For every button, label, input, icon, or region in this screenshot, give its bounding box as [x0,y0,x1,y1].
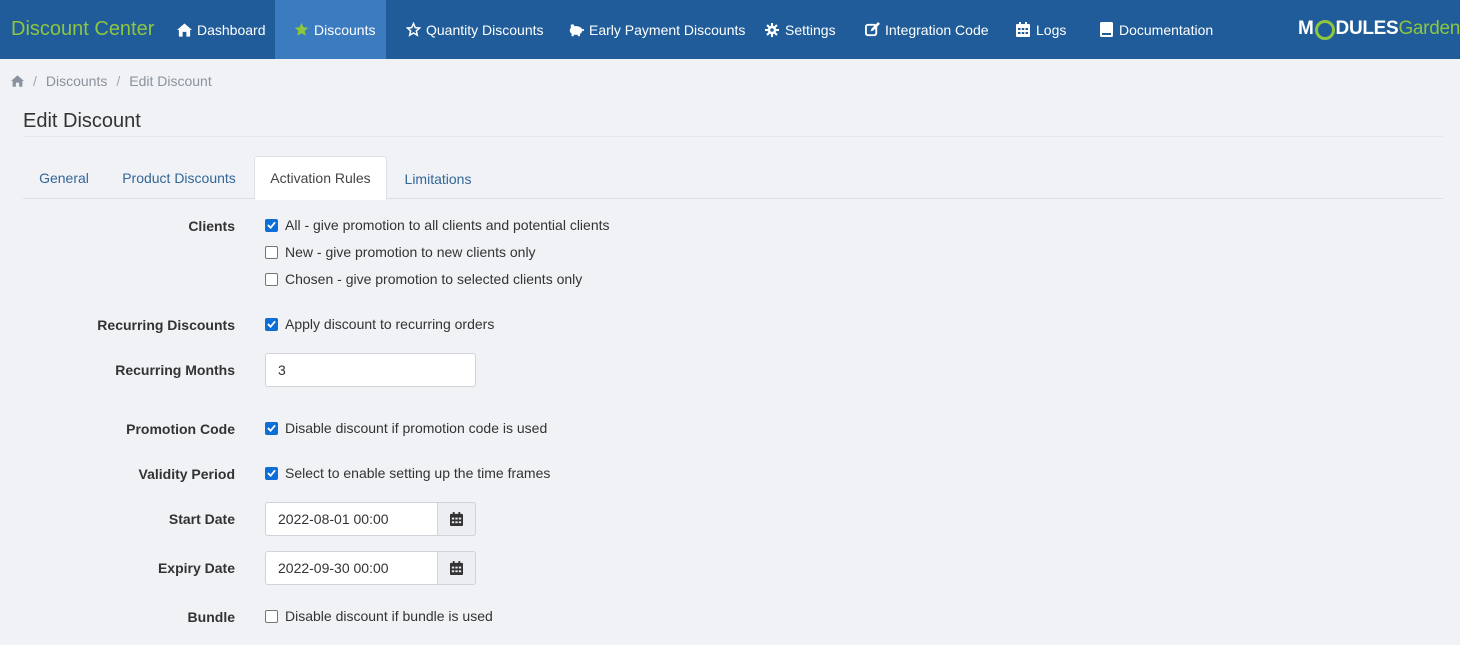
breadcrumb-current: Edit Discount [129,73,212,89]
modulesgarden-logo: M DULES Garden [1298,18,1460,40]
breadcrumb-discounts[interactable]: Discounts [46,73,107,89]
calendar-icon [450,512,463,526]
brand-title[interactable]: Discount Center [11,17,154,41]
nav-item-dashboard[interactable]: Dashboard [176,0,266,59]
nav-label: Dashboard [197,21,266,38]
checkbox-label: All - give promotion to all clients and … [285,217,610,233]
validity-period-option: Select to enable setting up the time fra… [265,465,550,481]
checkbox-unchecked[interactable] [265,272,278,286]
calendar-icon [450,561,463,575]
home-icon[interactable] [11,75,24,87]
bundle-option: Disable discount if bundle is used [265,608,493,624]
recurring-discounts-label: Recurring Discounts [97,317,235,333]
clients-option-chosen: Chosen - give promotion to selected clie… [265,271,582,287]
nav-item-documentation[interactable]: Documentation [1098,0,1213,59]
checkbox-checked[interactable] [265,317,278,331]
nav-item-logs[interactable]: Logs [1015,0,1066,59]
book-icon [1098,22,1114,38]
nav-label: Quantity Discounts [426,21,544,38]
piggy-bank-icon [568,22,584,38]
promotion-code-option: Disable discount if promotion code is us… [265,420,547,436]
checkbox-label: Disable discount if bundle is used [285,608,493,624]
start-date-label: Start Date [168,511,235,527]
nav-label: Settings [785,21,836,38]
checkbox-unchecked[interactable] [265,245,278,259]
checkbox-checked[interactable] [265,218,278,232]
nav-label: Discounts [314,21,376,38]
page-title: Edit Discount [23,110,141,132]
tab-activation-rules[interactable]: Activation Rules [254,156,387,200]
star-outline-icon [405,22,421,38]
nav-item-settings[interactable]: Settings [764,0,836,59]
expiry-date-input[interactable]: 2022-09-30 00:00 [265,551,437,585]
calendar-icon [1015,22,1031,38]
start-date-input[interactable]: 2022-08-01 00:00 [265,502,437,536]
recurring-months-input[interactable]: 3 [265,353,476,387]
validity-period-label: Validity Period [138,466,235,482]
checkbox-checked[interactable] [265,421,278,435]
start-date-picker: 2022-08-01 00:00 [265,502,476,536]
expiry-date-picker: 2022-09-30 00:00 [265,551,476,585]
tab-bar: General Product Discounts Activation Rul… [23,156,1443,200]
checkbox-label: Select to enable setting up the time fra… [285,465,551,481]
clients-option-new: New - give promotion to new clients only [265,244,536,260]
bundle-label: Bundle [187,609,235,625]
checkbox-checked[interactable] [265,466,278,480]
checkbox-label: Chosen - give promotion to selected clie… [285,271,583,287]
clients-label: Clients [188,218,235,234]
title-divider [23,136,1443,137]
nav-item-quantity-discounts[interactable]: Quantity Discounts [405,0,544,59]
checkbox-label: Disable discount if promotion code is us… [285,420,548,436]
edit-icon [864,22,880,38]
home-icon [176,22,192,38]
nav-item-integration-code[interactable]: Integration Code [864,0,989,59]
expiry-date-calendar-button[interactable] [437,551,476,585]
recurring-discounts-option: Apply discount to recurring orders [265,316,494,332]
breadcrumb: / Discounts / Edit Discount [11,73,212,89]
top-navbar: Discount Center Dashboard Discounts Quan… [0,0,1460,59]
nav-item-early-payment-discounts[interactable]: Early Payment Discounts [568,0,745,59]
nav-label: Early Payment Discounts [589,21,746,38]
checkbox-label: Apply discount to recurring orders [285,316,495,332]
clients-option-all: All - give promotion to all clients and … [265,217,610,233]
checkbox-unchecked[interactable] [265,609,278,623]
start-date-calendar-button[interactable] [437,502,476,536]
promotion-code-label: Promotion Code [126,421,235,437]
logo-ring-icon [1314,20,1335,40]
recurring-months-label: Recurring Months [115,362,235,378]
expiry-date-label: Expiry Date [157,560,235,576]
star-icon [293,22,309,38]
tab-limitations[interactable]: Limitations [392,157,484,200]
breadcrumb-separator: / [116,73,121,89]
nav-item-discounts[interactable]: Discounts [275,0,386,59]
nav-label: Documentation [1119,21,1214,38]
tab-product-discounts[interactable]: Product Discounts [109,156,249,199]
gear-icon [764,22,780,38]
tab-general[interactable]: General [23,156,105,199]
nav-label: Logs [1036,21,1067,38]
nav-label: Integration Code [885,21,989,38]
breadcrumb-separator: / [33,73,37,89]
checkbox-label: New - give promotion to new clients only [285,244,536,260]
